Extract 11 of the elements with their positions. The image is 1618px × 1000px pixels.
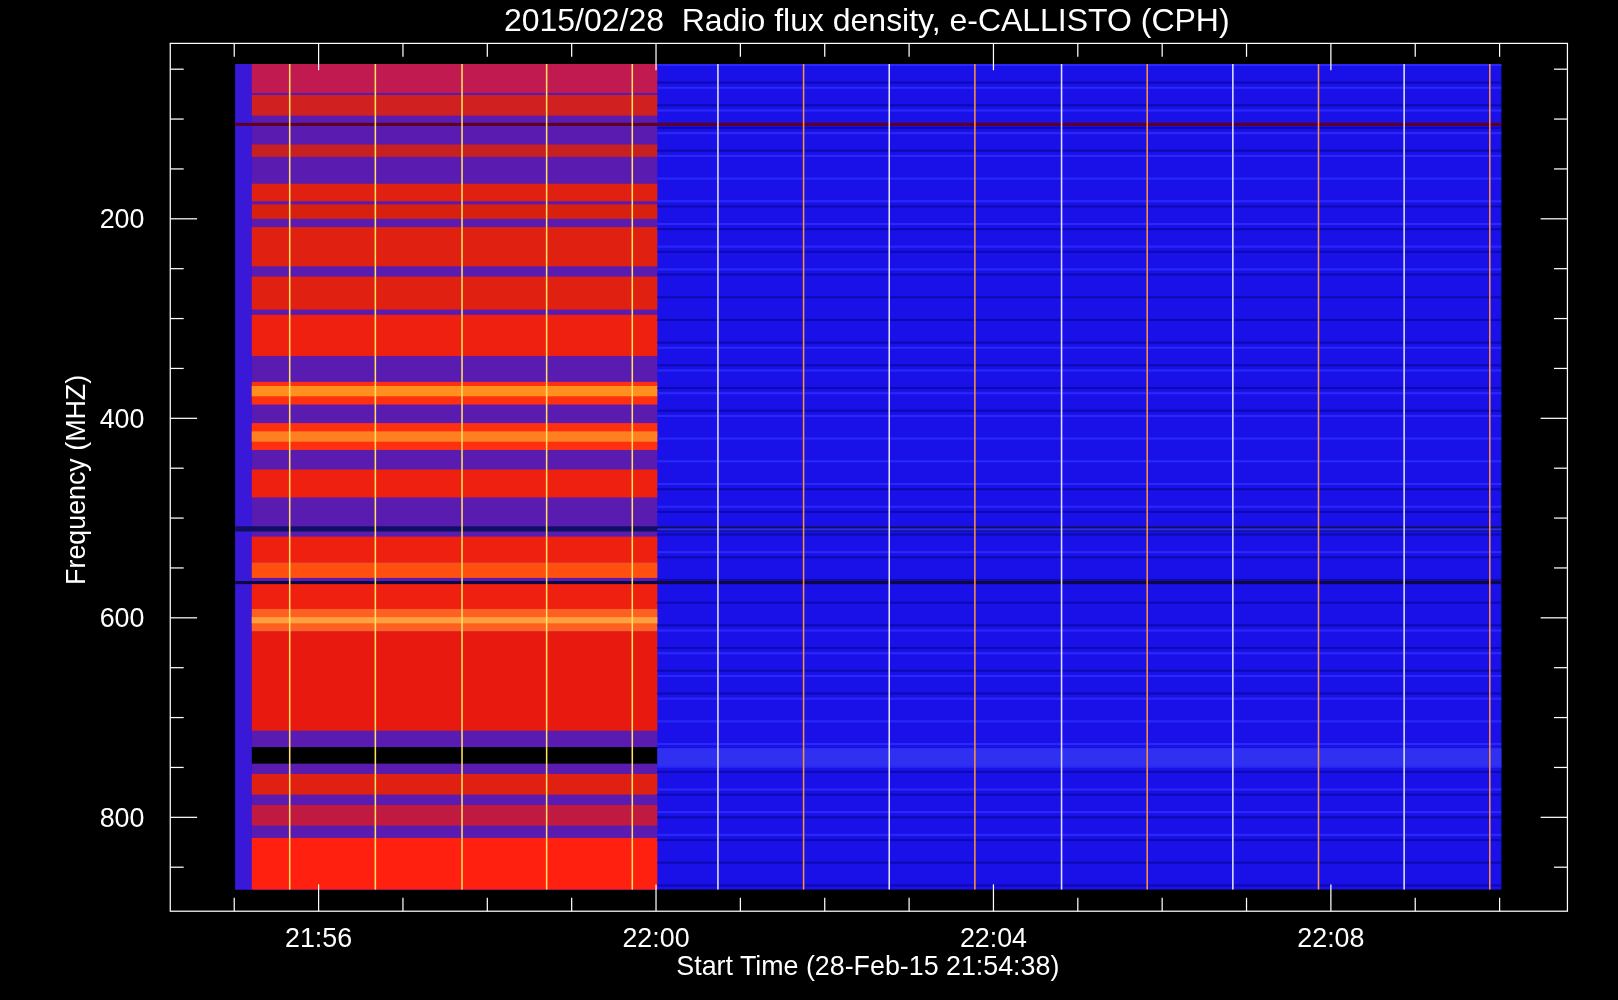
chart-title: 2015/02/28 Radio flux density, e-CALLISTO (CPH) (504, 2, 1230, 38)
y-tick-label: 800 (99, 802, 145, 833)
x-tick-label: 22:04 (959, 923, 1027, 954)
x-tick-label: 21:56 (285, 923, 353, 954)
x-tick-label: 22:00 (622, 923, 690, 954)
y-tick-label: 200 (99, 204, 145, 235)
y-tick-label: 400 (99, 403, 145, 434)
y-axis-label: Frequency (MHZ) (60, 374, 91, 585)
x-axis-label: Start Time (28-Feb-15 21:54:38) (676, 951, 1060, 982)
y-tick-label: 600 (99, 603, 145, 634)
x-tick-label: 22:08 (1297, 923, 1365, 954)
